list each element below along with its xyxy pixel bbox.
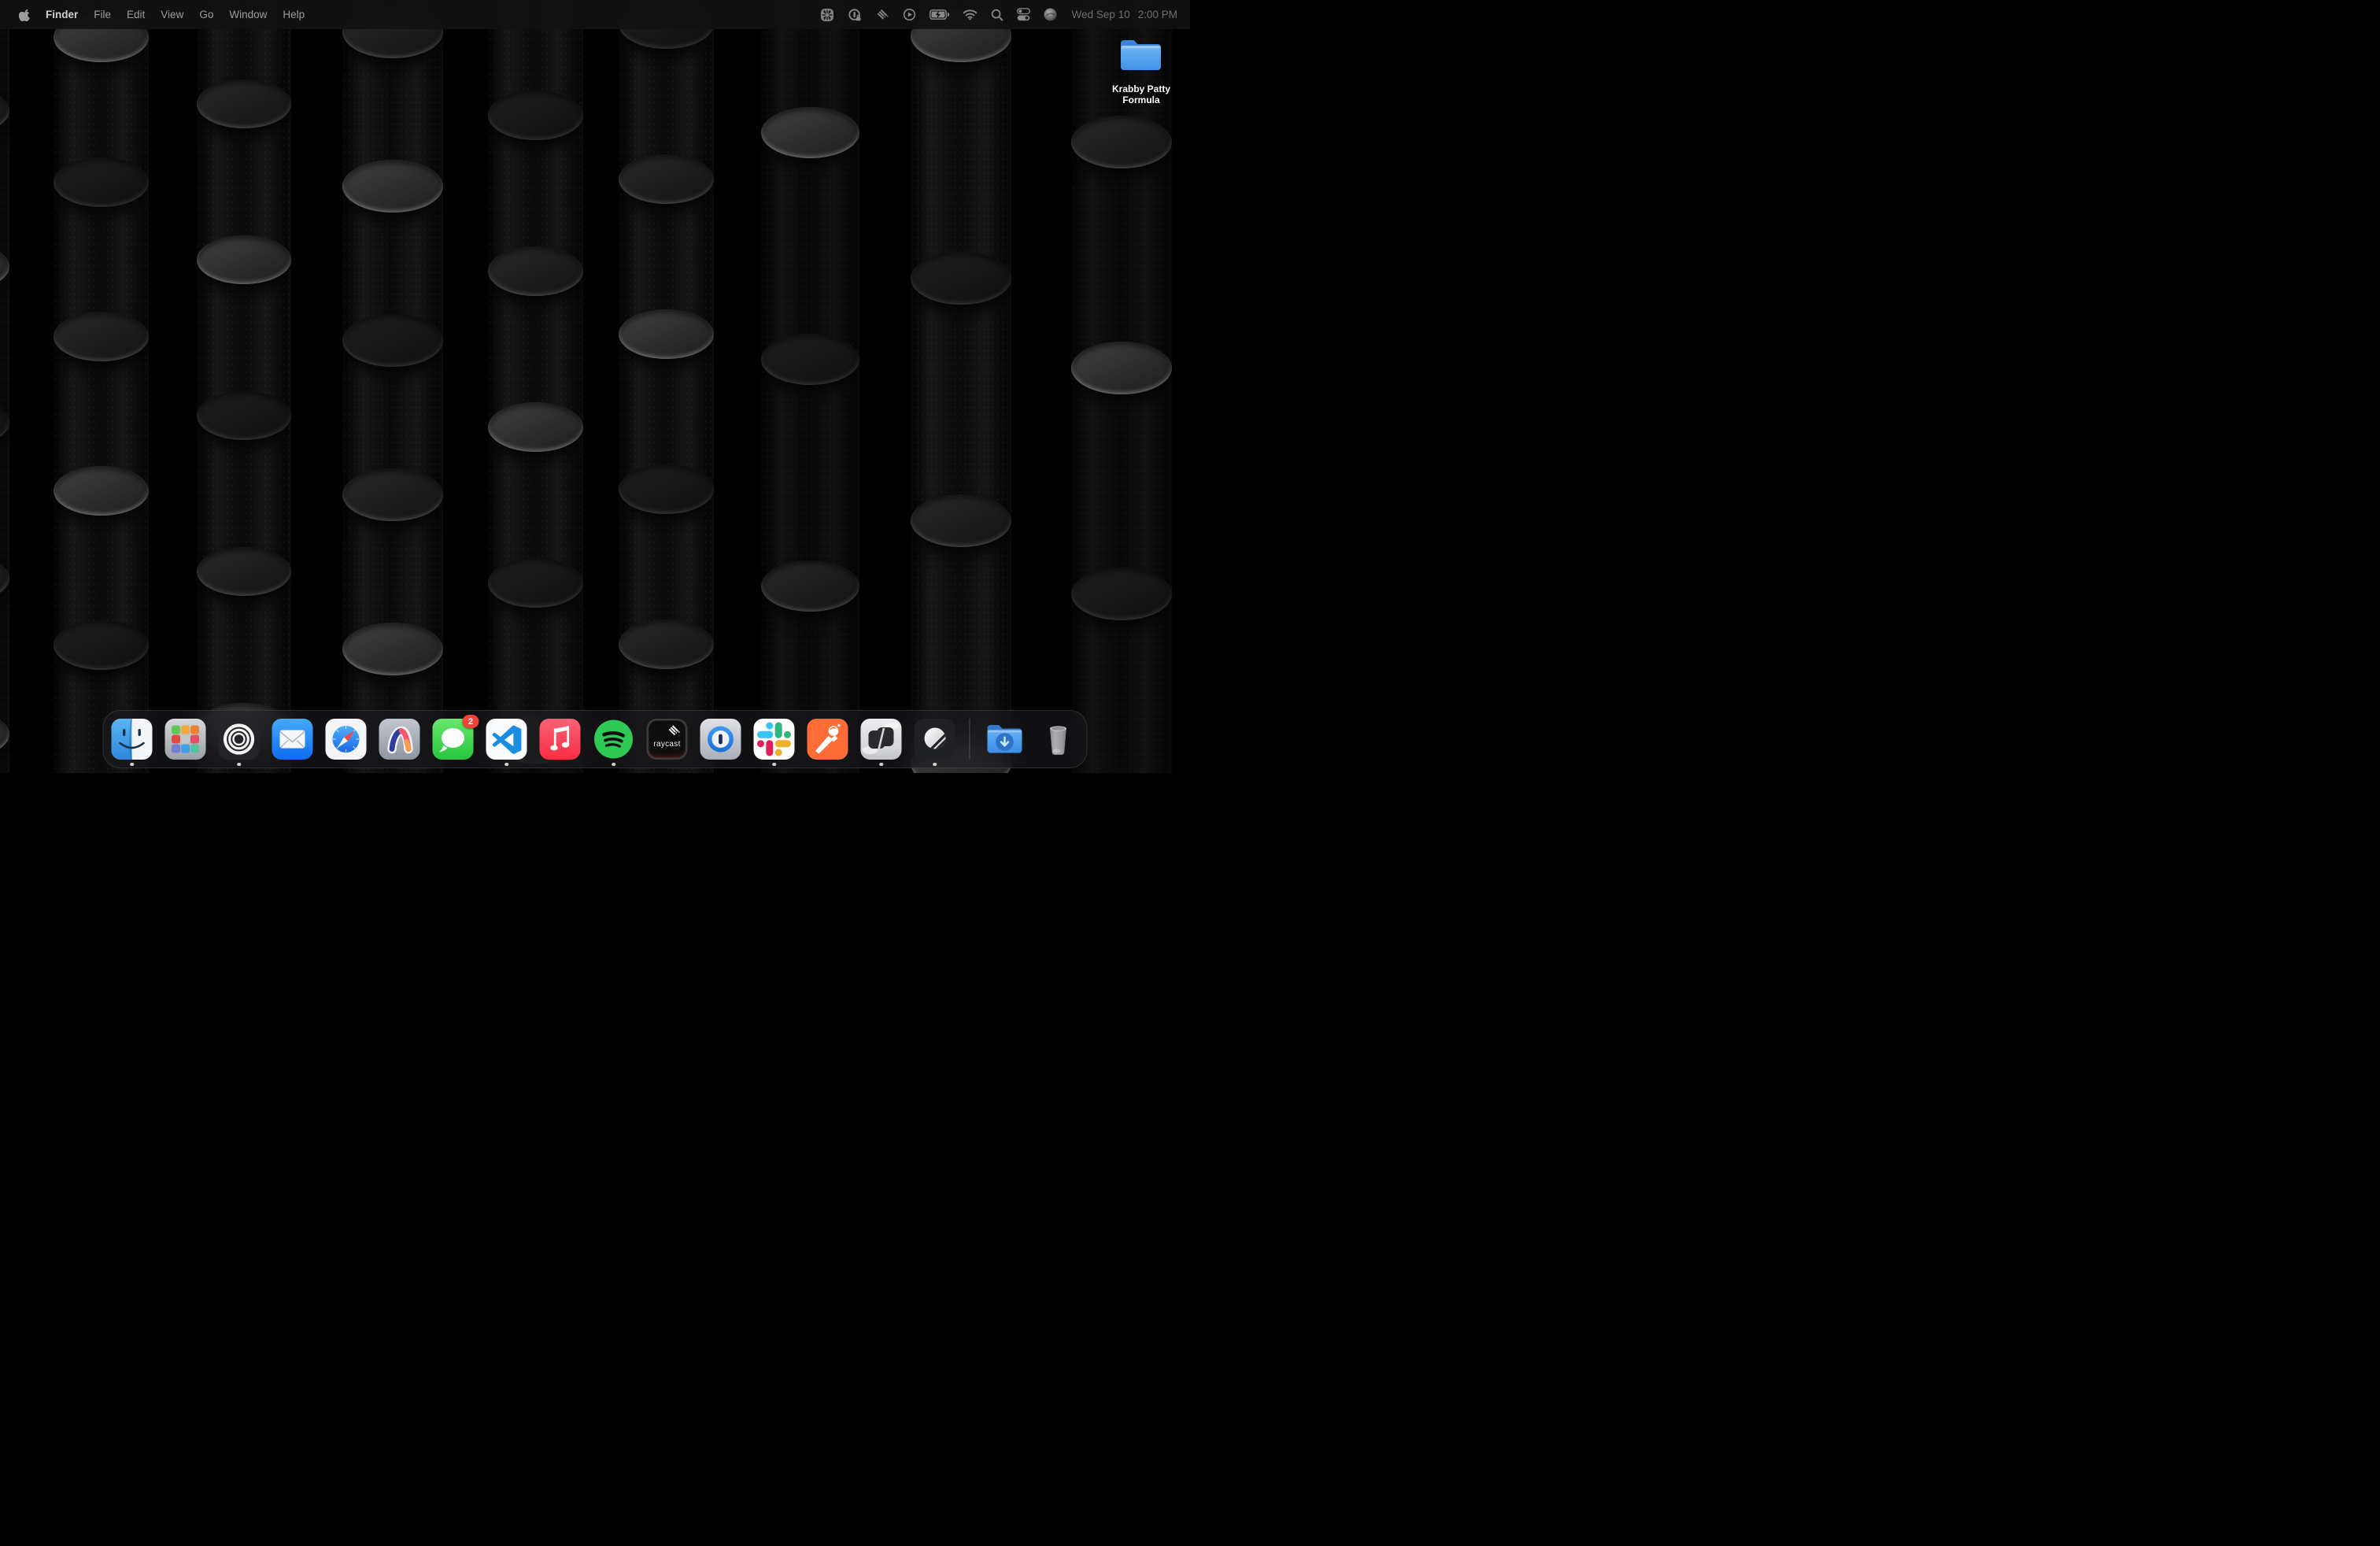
menu-window[interactable]: Window: [221, 0, 275, 29]
dock-app-1password[interactable]: [700, 719, 741, 760]
battery-charging-icon[interactable]: [929, 9, 949, 20]
dock-app-spotify[interactable]: [593, 719, 634, 760]
menu-view[interactable]: View: [153, 0, 191, 29]
dock-app-slack[interactable]: [754, 719, 795, 760]
desktop-screen: Finder File Edit View Go Window Help: [0, 0, 1190, 773]
keyboard-backlight-icon[interactable]: [820, 8, 834, 22]
dock-trash[interactable]: [1038, 719, 1079, 760]
wifi-icon[interactable]: [963, 9, 978, 20]
control-center-icon[interactable]: [1017, 8, 1030, 21]
dock-app-mail[interactable]: [272, 719, 313, 760]
raycast-glitch-icon[interactable]: [875, 8, 889, 22]
running-indicator: [237, 763, 241, 767]
dock-app-vscode[interactable]: [486, 719, 527, 760]
dock-app-launchpad[interactable]: [165, 719, 206, 760]
running-indicator: [612, 763, 615, 767]
desktop-folder-krabby-patty-formula[interactable]: Krabby Patty Formula: [1099, 35, 1184, 105]
dock-app-raycast[interactable]: raycast: [647, 719, 688, 760]
menu-bar-clock[interactable]: 2:00 PM: [1138, 9, 1177, 20]
dock-app-postman[interactable]: [808, 719, 848, 760]
running-indicator: [772, 763, 776, 767]
dock-downloads-folder[interactable]: [985, 719, 1026, 760]
spotlight-search-icon[interactable]: [991, 9, 1003, 21]
dock-app-linear[interactable]: [915, 719, 955, 760]
dock-app-finder[interactable]: [112, 719, 153, 760]
siri-icon[interactable]: [1044, 8, 1057, 21]
running-indicator: [130, 763, 134, 767]
one-password-lock-icon[interactable]: [848, 8, 862, 22]
dock-app-music[interactable]: [540, 719, 581, 760]
running-indicator: [933, 763, 937, 767]
menu-bar: Finder File Edit View Go Window Help: [0, 0, 1190, 29]
now-playing-icon[interactable]: [903, 8, 916, 21]
dock-app-arc[interactable]: [379, 719, 420, 760]
notification-badge: 2: [463, 715, 479, 728]
menu-help[interactable]: Help: [275, 0, 312, 29]
menu-go[interactable]: Go: [191, 0, 221, 29]
menu-edit[interactable]: Edit: [119, 0, 153, 29]
apple-menu-icon[interactable]: [16, 8, 33, 21]
running-indicator: [879, 763, 883, 767]
folder-label: Krabby Patty Formula: [1099, 83, 1184, 105]
folder-icon: [1117, 65, 1166, 79]
dock-app-concentric-rings[interactable]: [219, 719, 260, 760]
raycast-label: raycast: [647, 740, 688, 749]
raycast-glitch-logo: [667, 724, 681, 738]
wallpaper-cylinders: [0, 0, 1190, 773]
dock-app-messages[interactable]: 2: [433, 719, 474, 760]
dock-app-safari[interactable]: [326, 719, 367, 760]
running-indicator: [504, 763, 508, 767]
menu-bar-status: Wed Sep 10 2:00 PM: [820, 8, 1190, 22]
menu-file[interactable]: File: [86, 0, 119, 29]
menu-bar-left: Finder File Edit View Go Window Help: [0, 0, 312, 29]
menu-finder[interactable]: Finder: [38, 0, 86, 29]
raycast-custom-icon: raycast: [647, 719, 688, 760]
dock: 2: [103, 710, 1088, 768]
menu-bar-date[interactable]: Wed Sep 10: [1072, 9, 1130, 20]
dock-app-dia[interactable]: [861, 719, 902, 760]
